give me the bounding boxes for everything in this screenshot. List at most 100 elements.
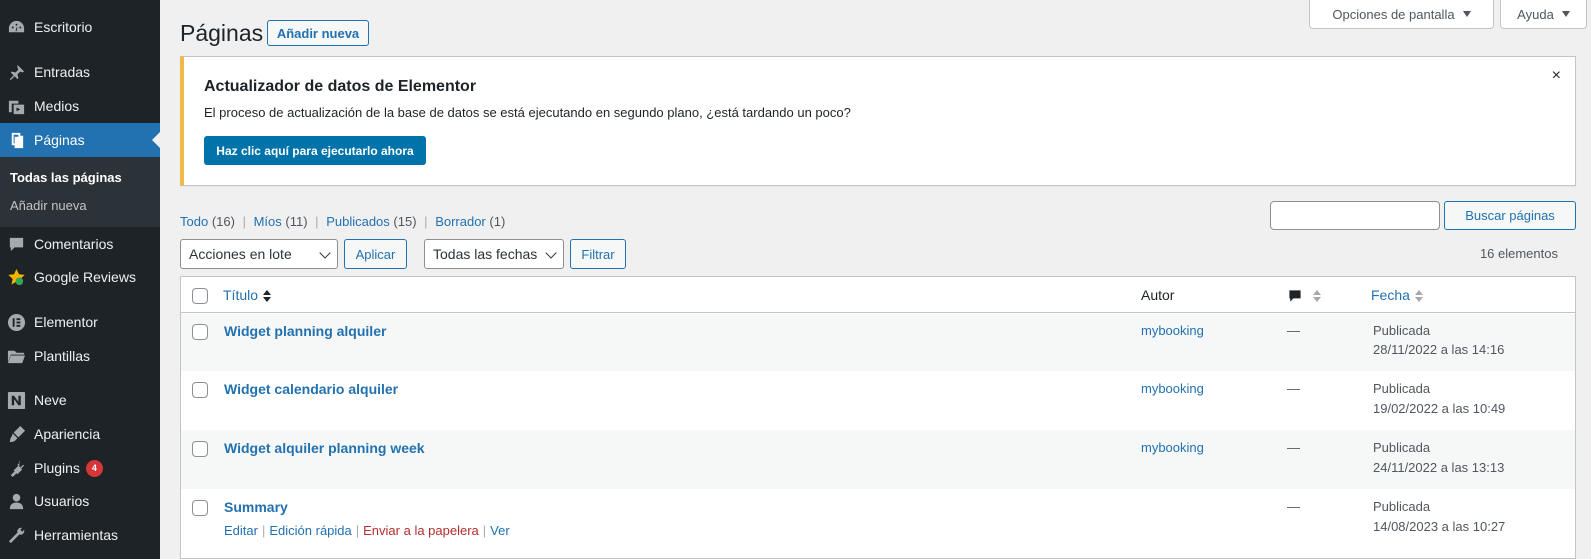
- comments-count: —: [1287, 499, 1300, 514]
- select-all-checkbox[interactable]: [192, 288, 208, 304]
- table-header: Título Autor Fecha: [181, 277, 1575, 313]
- notice-title: Actualizador de datos de Elementor: [204, 78, 477, 95]
- page-title-link[interactable]: Widget planning alquiler: [224, 323, 386, 339]
- filter-draft-count: (1): [489, 214, 506, 229]
- pin-icon: [6, 62, 26, 82]
- star-icon: [6, 267, 26, 287]
- filter-draft[interactable]: Borrador: [435, 214, 486, 229]
- run-update-button[interactable]: Haz clic aquí para ejecutarlo ahora: [204, 136, 426, 165]
- status-text: Publicada: [1373, 499, 1431, 514]
- page-title-link[interactable]: Widget calendario alquiler: [224, 381, 398, 397]
- menu-label: Plugins: [34, 460, 80, 476]
- column-comments-header[interactable]: [1287, 287, 1321, 304]
- table-row: Summary — Publicada 14/08/2023 a las 10:…: [181, 489, 1575, 559]
- column-title-label: Título: [223, 287, 259, 303]
- chevron-down-icon: [545, 247, 557, 259]
- submenu-all-pages[interactable]: Todas las páginas: [10, 170, 122, 185]
- close-icon[interactable]: ×: [1552, 67, 1561, 85]
- table-row: Widget planning alquiler mybooking — Pub…: [181, 314, 1575, 371]
- menu-item-medios[interactable]: Medios: [0, 89, 160, 123]
- sort-icon: [263, 289, 272, 303]
- status-filter-links: Todo (16) | Míos (11) | Publicados (15) …: [180, 214, 505, 229]
- column-author-header: Autor: [1141, 287, 1175, 303]
- view-link[interactable]: Ver: [490, 523, 510, 538]
- help-label: Ayuda: [1517, 6, 1554, 22]
- menu-label: Neve: [34, 392, 67, 408]
- row-checkbox[interactable]: [192, 500, 208, 516]
- separator: |: [355, 523, 360, 538]
- comments-count: —: [1287, 323, 1300, 338]
- page-title-link[interactable]: Widget alquiler planning week: [224, 440, 425, 456]
- elementor-icon: [6, 312, 26, 332]
- sort-icon: [1313, 289, 1321, 303]
- media-icon: [6, 96, 26, 116]
- filter-all-count: (16): [211, 214, 235, 229]
- menu-item-usuarios[interactable]: Usuarios: [0, 484, 160, 518]
- screen-options-button[interactable]: Opciones de pantalla: [1309, 0, 1494, 29]
- column-date-header[interactable]: Fecha: [1371, 287, 1423, 303]
- apply-button[interactable]: Aplicar: [344, 239, 407, 269]
- column-title-header[interactable]: Título: [223, 287, 272, 303]
- date-text: 24/11/2022 a las 13:13: [1373, 460, 1505, 475]
- menu-item-elementor[interactable]: Elementor: [0, 305, 160, 339]
- search-pages-input[interactable]: [1270, 201, 1440, 230]
- author-link[interactable]: mybooking: [1141, 440, 1204, 455]
- row-checkbox[interactable]: [192, 382, 208, 398]
- separator: |: [315, 214, 319, 229]
- status-text: Publicada: [1373, 440, 1431, 455]
- menu-label: Comentarios: [34, 236, 114, 252]
- separator: |: [482, 523, 487, 538]
- column-date-label: Fecha: [1371, 287, 1410, 303]
- row-checkbox[interactable]: [192, 324, 208, 340]
- filter-all[interactable]: Todo: [180, 214, 208, 229]
- filter-published[interactable]: Publicados: [326, 214, 390, 229]
- menu-item-herramientas[interactable]: Herramientas: [0, 518, 160, 552]
- bulk-actions-select[interactable]: Acciones en lote: [180, 239, 338, 269]
- menu-item-escritorio[interactable]: Escritorio: [0, 10, 160, 44]
- menu-item-apariencia[interactable]: Apariencia: [0, 417, 160, 451]
- notice-text: El proceso de actualización de la base d…: [204, 105, 851, 120]
- edit-link[interactable]: Editar: [224, 523, 258, 538]
- menu-item-plugins[interactable]: Plugins 4: [0, 451, 160, 485]
- table-row: Widget calendario alquiler mybooking — P…: [181, 371, 1575, 430]
- menu-label: Medios: [34, 98, 80, 114]
- menu-item-google-reviews[interactable]: Google Reviews: [0, 260, 160, 294]
- quick-edit-link[interactable]: Edición rápida: [269, 523, 351, 538]
- comment-icon: [1289, 290, 1301, 302]
- date-text: 19/02/2022 a las 10:49: [1373, 401, 1506, 416]
- pages-submenu: Todas las páginas Añadir nueva: [0, 157, 160, 227]
- filter-mine[interactable]: Míos: [254, 214, 282, 229]
- dates-select[interactable]: Todas las fechas: [424, 239, 564, 269]
- submenu-add-new[interactable]: Añadir nueva: [10, 198, 87, 213]
- author-link[interactable]: mybooking: [1141, 381, 1204, 396]
- add-new-page-button[interactable]: Añadir nueva: [267, 20, 369, 46]
- chevron-down-icon: [319, 247, 331, 259]
- page-title-link[interactable]: Summary: [224, 499, 288, 515]
- menu-item-entradas[interactable]: Entradas: [0, 55, 160, 89]
- admin-sidebar: Escritorio Entradas Medios Páginas Todas…: [0, 0, 160, 559]
- plugin-update-badge: 4: [85, 459, 103, 477]
- sort-icon: [1414, 289, 1423, 303]
- neve-icon: [6, 390, 26, 410]
- elementor-update-notice: Actualizador de datos de Elementor El pr…: [180, 56, 1576, 186]
- date-text: 28/11/2022 a las 14:16: [1373, 342, 1505, 357]
- comment-icon: [6, 234, 26, 254]
- menu-item-neve[interactable]: Neve: [0, 383, 160, 417]
- menu-label: Herramientas: [34, 527, 119, 543]
- screen-options-label: Opciones de pantalla: [1332, 6, 1455, 22]
- menu-item-paginas[interactable]: Páginas: [0, 123, 160, 157]
- trash-link[interactable]: Enviar a la papelera: [363, 523, 479, 538]
- menu-item-comentarios[interactable]: Comentarios: [0, 227, 160, 261]
- help-button[interactable]: Ayuda: [1500, 0, 1587, 29]
- dates-value: Todas las fechas: [433, 246, 538, 262]
- separator: |: [242, 214, 246, 229]
- row-checkbox[interactable]: [192, 441, 208, 457]
- search-pages-button[interactable]: Buscar páginas: [1444, 201, 1576, 230]
- filter-button[interactable]: Filtrar: [570, 239, 626, 269]
- items-count: 16 elementos: [1479, 246, 1558, 261]
- author-link[interactable]: mybooking: [1141, 323, 1204, 338]
- menu-label: Apariencia: [34, 426, 101, 442]
- status-text: Publicada: [1373, 323, 1431, 338]
- menu-item-plantillas[interactable]: Plantillas: [0, 339, 160, 373]
- filter-published-count: (15): [393, 214, 417, 229]
